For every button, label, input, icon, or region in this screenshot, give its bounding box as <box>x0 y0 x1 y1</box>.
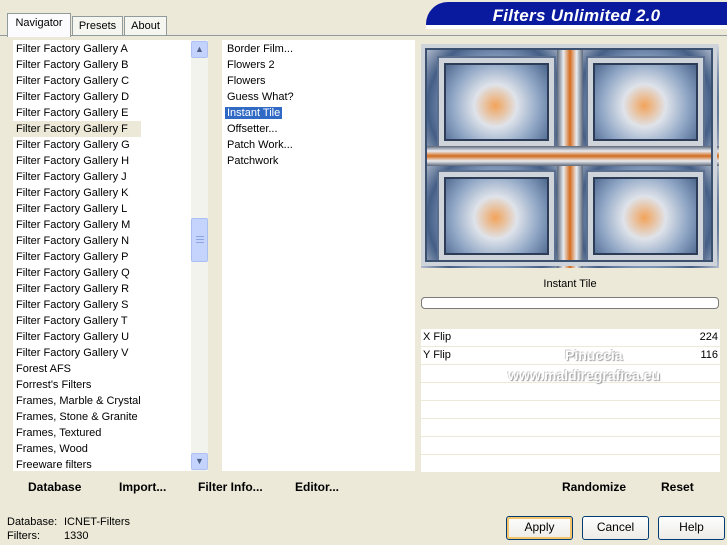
category-item[interactable]: Frames, Stone & Granite <box>13 409 141 425</box>
cancel-button[interactable]: Cancel <box>582 516 649 540</box>
randomize-button[interactable]: Randomize <box>562 480 626 494</box>
category-item[interactable]: Filter Factory Gallery K <box>13 185 141 201</box>
filter-item-label: Guess What? <box>227 91 294 103</box>
category-item[interactable]: Frames, Marble & Crystal <box>13 393 141 409</box>
filter-item[interactable]: Guess What? <box>224 89 294 105</box>
import-button[interactable]: Import... <box>119 480 166 494</box>
scroll-down-button[interactable]: ▼ <box>191 453 208 470</box>
category-scrollbar[interactable]: ▲ ▼ <box>191 40 208 471</box>
param-row-empty <box>421 383 720 401</box>
tab-about[interactable]: About <box>124 16 167 35</box>
watermark-url: www.maldiregrafica.eu <box>508 367 660 383</box>
filter-item-label: Border Film... <box>227 43 294 55</box>
watermark-name: Pinuccia <box>565 347 623 363</box>
param-row-x-flip[interactable]: X Flip 224 <box>421 329 720 347</box>
database-label: Database: <box>7 516 58 528</box>
filter-item-label: Patch Work... <box>227 139 293 151</box>
param-row-empty <box>421 437 720 455</box>
filter-item-label: Offsetter... <box>227 123 278 135</box>
category-item[interactable]: Frames, Textured <box>13 425 141 441</box>
reset-button[interactable]: Reset <box>661 480 694 494</box>
category-item[interactable]: Frames, Wood <box>13 441 141 457</box>
category-list[interactable]: Filter Factory Gallery A Filter Factory G… <box>13 40 191 471</box>
category-item[interactable]: Filter Factory Gallery A <box>13 41 141 57</box>
category-item[interactable]: Filter Factory Gallery V <box>13 345 141 361</box>
apply-button[interactable]: Apply <box>506 516 573 540</box>
category-item[interactable]: Filter Factory Gallery G <box>13 137 141 153</box>
filter-item-label: Patchwork <box>227 155 279 167</box>
category-item[interactable]: Forrest's Filters <box>13 377 141 393</box>
param-row-empty <box>421 401 720 419</box>
database-value: ICNET-Filters <box>64 516 130 528</box>
scroll-up-button[interactable]: ▲ <box>191 41 208 58</box>
tab-presets[interactable]: Presets <box>72 16 123 35</box>
category-item[interactable]: Filter Factory Gallery J <box>13 169 141 185</box>
param-label: Y Flip <box>423 349 451 361</box>
banner-title: Filters Unlimited 2.0 <box>492 6 661 25</box>
progress-bar <box>421 297 719 309</box>
param-row-empty <box>421 455 720 473</box>
category-item[interactable]: Freeware filters <box>13 457 141 471</box>
tab-navigator[interactable]: Navigator <box>7 13 71 37</box>
param-row-empty <box>421 419 720 437</box>
filter-item[interactable]: Patchwork <box>224 153 294 169</box>
filter-item[interactable]: Offsetter... <box>224 121 294 137</box>
editor-button[interactable]: Editor... <box>295 480 339 494</box>
category-item[interactable]: Forest AFS <box>13 361 141 377</box>
filters-count-label: Filters: <box>7 530 40 542</box>
param-value: 224 <box>699 331 718 343</box>
filter-item-label: Flowers <box>227 75 266 87</box>
category-item[interactable]: Filter Factory Gallery S <box>13 297 141 313</box>
category-item[interactable]: Filter Factory Gallery C <box>13 73 141 89</box>
filters-count-value: 1330 <box>64 530 89 542</box>
category-item[interactable]: Filter Factory Gallery M <box>13 217 141 233</box>
scroll-thumb[interactable] <box>191 218 208 262</box>
filter-list[interactable]: Border Film... Flowers 2 Flowers Guess What… <box>222 40 415 471</box>
filter-item[interactable]: Flowers 2 <box>224 57 294 73</box>
preview-filter-name: Instant Tile <box>421 274 719 294</box>
param-label: X Flip <box>423 331 452 343</box>
category-item[interactable]: Filter Factory Gallery B <box>13 57 141 73</box>
filter-item[interactable]: Border Film... <box>224 41 294 57</box>
filter-item[interactable]: Instant Tile <box>224 105 294 121</box>
filter-item-label: Instant Tile <box>225 107 283 119</box>
category-item[interactable]: Filter Factory Gallery H <box>13 153 141 169</box>
filter-item[interactable]: Patch Work... <box>224 137 294 153</box>
category-item[interactable]: Filter Factory Gallery E <box>13 105 141 121</box>
filter-preview-image <box>421 44 719 268</box>
database-button[interactable]: Database <box>28 480 81 494</box>
param-value: 116 <box>700 349 718 361</box>
help-button[interactable]: Help <box>658 516 725 540</box>
category-item[interactable]: Filter Factory Gallery U <box>13 329 141 345</box>
title-banner: Filters Unlimited 2.0 <box>426 2 727 29</box>
category-item[interactable]: Filter Factory Gallery P <box>13 249 141 265</box>
category-item[interactable]: Filter Factory Gallery R <box>13 281 141 297</box>
category-item[interactable]: Filter Factory Gallery D <box>13 89 141 105</box>
category-item[interactable]: Filter Factory Gallery N <box>13 233 141 249</box>
category-item[interactable]: Filter Factory Gallery Q <box>13 265 141 281</box>
category-item[interactable]: Filter Factory Gallery F <box>13 121 141 137</box>
filter-info-button[interactable]: Filter Info... <box>198 480 263 494</box>
filter-item[interactable]: Flowers <box>224 73 294 89</box>
category-item[interactable]: Filter Factory Gallery T <box>13 313 141 329</box>
filter-item-label: Flowers 2 <box>227 59 275 71</box>
category-item[interactable]: Filter Factory Gallery L <box>13 201 141 217</box>
